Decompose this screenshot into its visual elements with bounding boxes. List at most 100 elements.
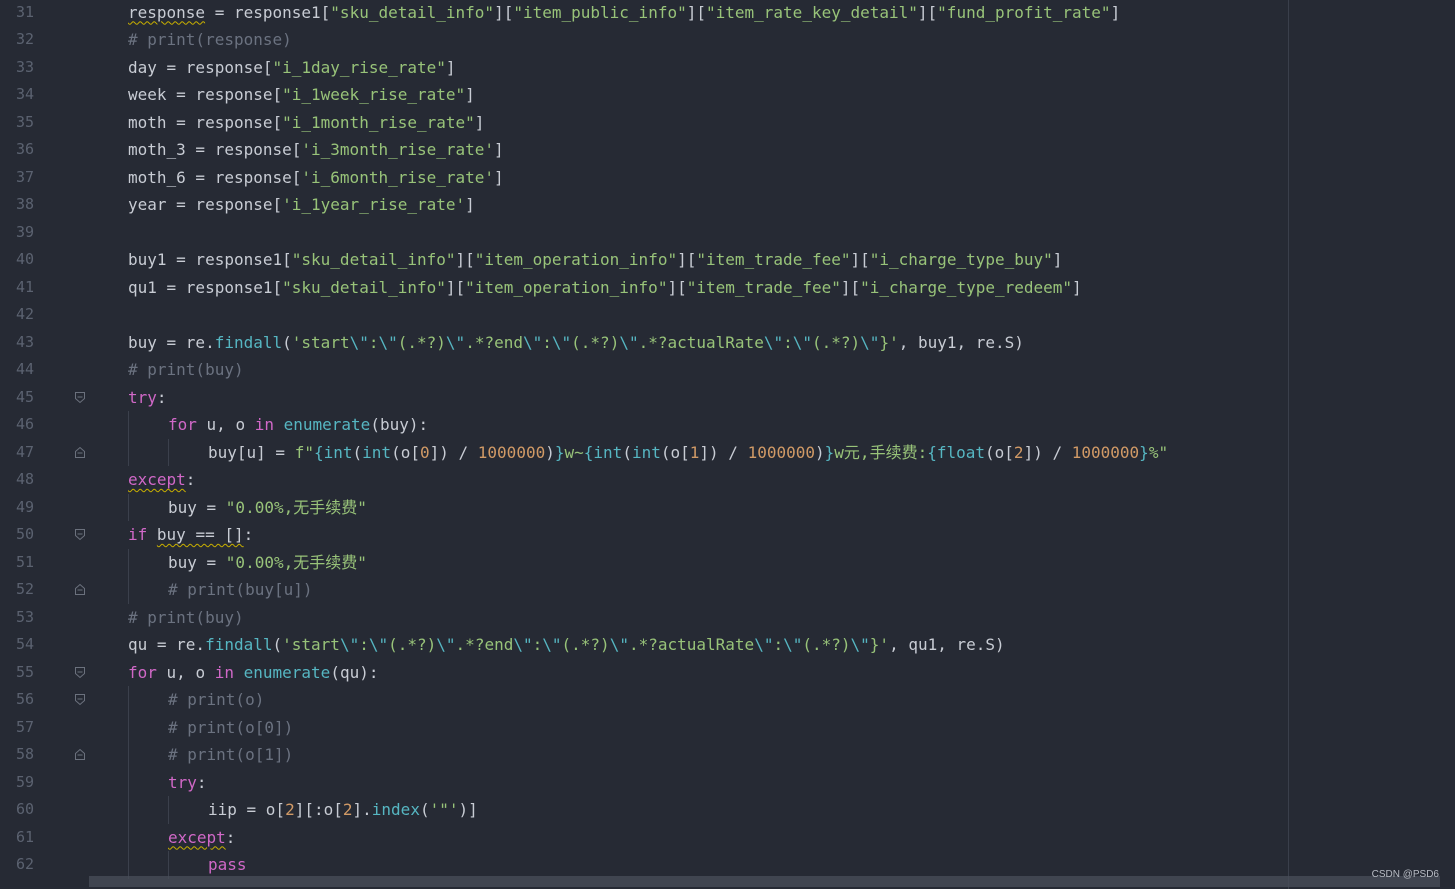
code-line[interactable]: 52 # print(buy[u]) [0,576,1455,604]
code-token: ]) / [1023,442,1072,462]
code-token: ( [282,332,292,352]
horizontal-scrollbar[interactable] [89,876,1440,887]
code-line[interactable]: 55 for u, o in enumerate(qu): [0,659,1455,687]
fold-close-icon[interactable] [74,748,86,761]
code-text[interactable]: # print(buy) [128,356,244,384]
code-text[interactable]: buy = re.findall('start\":\"(.*?)\".*?en… [128,329,1024,357]
code-text[interactable]: moth = response["i_1month_rise_rate"] [128,109,484,137]
code-line[interactable]: 37 moth_6 = response['i_6month_rise_rate'… [0,164,1455,192]
code-token: enumerate [283,415,371,434]
indent-guide [128,796,129,824]
code-text[interactable]: # print(buy) [128,604,244,632]
code-line[interactable]: 54 qu = re.findall('start\":\"(.*?)\".*?e… [0,631,1455,659]
line-number: 41 [15,277,34,296]
code-token: float [936,442,986,462]
code-line[interactable]: 46 for u, o in enumerate(buy): [0,411,1455,439]
code-text[interactable]: for u, o in enumerate(buy): [168,411,428,439]
code-text[interactable]: moth_6 = response['i_6month_rise_rate'] [128,164,504,192]
code-text[interactable]: # print(o[0]) [168,714,293,742]
code-text[interactable]: moth_3 = response['i_3month_rise_rate'] [128,136,504,164]
fold-open-icon[interactable] [74,693,86,706]
code-line[interactable]: 47 buy[u] = f"{int(int(o[0]) / 1000000)}w… [0,438,1455,467]
code-token: ] [474,112,485,132]
code-token: # print(o) [168,690,265,709]
code-line[interactable]: 41 qu1 = response1["sku_detail_info"]["it… [0,274,1455,302]
code-token: 2 [1013,442,1024,462]
code-token: (o[ [660,442,690,462]
code-line[interactable]: 45 try: [0,384,1455,412]
code-text[interactable]: qu = re.findall('start\":\"(.*?)\".*?end… [128,631,1005,659]
fold-close-icon[interactable] [74,446,86,459]
code-line[interactable]: 60 iip = o[2][:o[2].index('"')] [0,796,1455,824]
code-text[interactable]: day = response["i_1day_rise_rate"] [128,54,456,82]
code-token: "i_1month_rise_rate" [282,112,475,132]
code-text[interactable]: # print(buy[u]) [168,576,313,604]
code-line[interactable]: 42 [0,301,1455,329]
code-line[interactable]: 51 buy = "0.00%,无手续费" [0,548,1455,577]
code-line[interactable]: 50 if buy == []: [0,521,1455,549]
code-text[interactable]: qu1 = response1["sku_detail_info"]["item… [128,274,1082,302]
code-text[interactable]: buy = "0.00%,无手续费" [168,494,367,522]
code-token: ] [494,140,504,159]
code-text[interactable]: # print(o[1]) [168,741,293,769]
code-line[interactable]: 35 moth = response["i_1month_rise_rate"] [0,109,1455,137]
code-line[interactable]: 53 # print(buy) [0,604,1455,632]
code-editor[interactable]: 31 response = response1["sku_detail_info"… [0,0,1455,889]
code-text[interactable]: year = response['i_1year_rise_rate'] [128,191,475,219]
code-line[interactable]: 39 [0,219,1455,247]
code-text[interactable]: buy[u] = f"{int(int(o[0]) / 1000000)}w~{… [208,439,1168,467]
code-token: ] [1052,250,1063,269]
fold-open-icon[interactable] [74,666,86,679]
code-line[interactable]: 33 day = response["i_1day_rise_rate"] [0,54,1455,82]
code-line[interactable]: 31 response = response1["sku_detail_info"… [0,0,1455,26]
code-line[interactable]: 40 buy1 = response1["sku_detail_info"]["i… [0,246,1455,274]
code-text[interactable]: for u, o in enumerate(qu): [128,659,378,687]
line-number: 33 [15,57,34,76]
code-token: for [168,415,197,434]
code-token: moth_3 = response[ [128,140,302,159]
code-line[interactable]: 34 week = response["i_1week_rise_rate"] [0,81,1455,109]
code-line[interactable]: 48 except: [0,466,1455,494]
code-text[interactable]: except: [128,466,195,494]
code-line[interactable]: 32 # print(response) [0,26,1455,54]
code-text[interactable]: buy = "0.00%,无手续费" [168,549,367,577]
fold-close-icon[interactable] [74,583,86,596]
code-text[interactable]: pass [208,851,247,879]
code-token: ( [419,800,430,819]
code-token: buy = [168,552,226,572]
fold-open-icon[interactable] [74,528,86,541]
code-token: (.*?) [571,332,620,352]
code-text[interactable]: except: [168,824,235,852]
code-token: }' [869,635,890,654]
code-text[interactable]: # print(response) [128,26,292,54]
code-text[interactable]: if buy == []: [128,521,253,549]
code-line[interactable]: 49 buy = "0.00%,无手续费" [0,493,1455,522]
code-line[interactable]: 43 buy = re.findall('start\":\"(.*?)\".*?… [0,329,1455,357]
code-token: "i_1week_rise_rate" [282,85,466,104]
code-text[interactable]: iip = o[2][:o[2].index('"')] [208,796,478,824]
code-text[interactable]: week = response["i_1week_rise_rate"] [128,81,475,109]
code-text[interactable]: try: [128,384,167,412]
code-line[interactable]: 56 # print(o) [0,686,1455,714]
code-line[interactable]: 38 year = response['i_1year_rise_rate'] [0,191,1455,219]
fold-open-icon[interactable] [74,391,86,404]
code-line[interactable]: 57 # print(o[0]) [0,713,1455,742]
code-token: in [214,662,234,682]
code-token: ]) / [699,442,748,462]
code-token: int [631,442,661,462]
code-token: # print(buy) [128,360,244,379]
code-line[interactable]: 58 # print(o[1]) [0,741,1455,769]
code-line[interactable]: 36 moth_3 = response['i_3month_rise_rate'… [0,136,1455,164]
code-line[interactable]: 59 try: [0,768,1455,797]
code-text[interactable]: response = response1["sku_detail_info"][… [128,0,1120,26]
code-text[interactable]: # print(o) [168,686,264,714]
code-text[interactable]: buy1 = response1["sku_detail_info"]["ite… [128,246,1062,274]
code-text[interactable]: try: [168,769,207,797]
code-line[interactable]: 62 pass [0,851,1455,879]
code-line[interactable]: 44 # print(buy) [0,356,1455,384]
code-token: "i_1day_rise_rate" [272,57,446,77]
line-number: 35 [15,112,34,131]
code-line[interactable]: 61 except: [0,823,1455,852]
code-token: 'start [291,332,350,352]
line-number: 38 [15,195,34,213]
